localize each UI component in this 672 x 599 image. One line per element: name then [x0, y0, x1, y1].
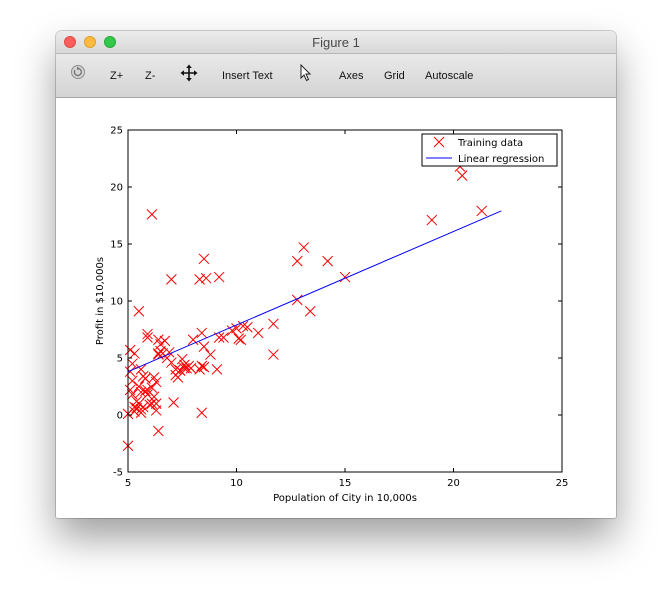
y-tick-label: 15	[110, 240, 123, 251]
autoscale-button[interactable]: Autoscale	[425, 67, 473, 85]
x-tick-label: 20	[447, 478, 460, 489]
scatter-chart: 5 10 15 20 25 -5 0 5 10 15 20 25 Population of City…	[95, 126, 569, 505]
y-tick-label: 20	[110, 183, 123, 194]
x-axis-label: Population of City in 10,000s	[273, 493, 417, 504]
axes-background	[128, 130, 562, 472]
y-tick-label: 5	[117, 354, 123, 365]
window-title: Figure 1	[312, 35, 360, 50]
x-tick-label: 5	[125, 478, 131, 489]
pan-move-icon[interactable]	[180, 64, 198, 87]
x-tick-label: 25	[556, 478, 569, 489]
rotate-icon[interactable]	[70, 64, 86, 85]
zoom-in-button[interactable]: Z+	[110, 67, 123, 85]
axes-button[interactable]: Axes	[339, 67, 363, 85]
cursor-arrow-icon[interactable]	[299, 63, 313, 87]
legend: Training data Linear regression	[421, 133, 558, 167]
figure-window: Figure 1 Z+ Z- Insert Text Axes Grid Aut…	[56, 31, 616, 518]
y-tick-label: 10	[110, 297, 123, 308]
y-tick-label: -5	[113, 468, 123, 479]
figure-toolbar: Z+ Z- Insert Text Axes Grid Autoscale	[56, 54, 616, 98]
insert-text-button[interactable]: Insert Text	[222, 67, 273, 85]
title-bar[interactable]: Figure 1	[56, 31, 616, 54]
y-axis-label: Profit in $10,000s	[95, 257, 106, 345]
y-tick-label: 0	[117, 411, 123, 422]
legend-training-label: Training data	[457, 138, 523, 149]
legend-regression-label: Linear regression	[458, 154, 544, 165]
x-tick-label: 10	[230, 478, 243, 489]
y-tick-label: 25	[110, 126, 123, 137]
grid-button[interactable]: Grid	[384, 67, 405, 85]
plot-canvas: 5 10 15 20 25 -5 0 5 10 15 20 25 Population of City…	[56, 98, 616, 518]
zoom-out-button[interactable]: Z-	[145, 67, 155, 85]
x-tick-label: 15	[339, 478, 352, 489]
